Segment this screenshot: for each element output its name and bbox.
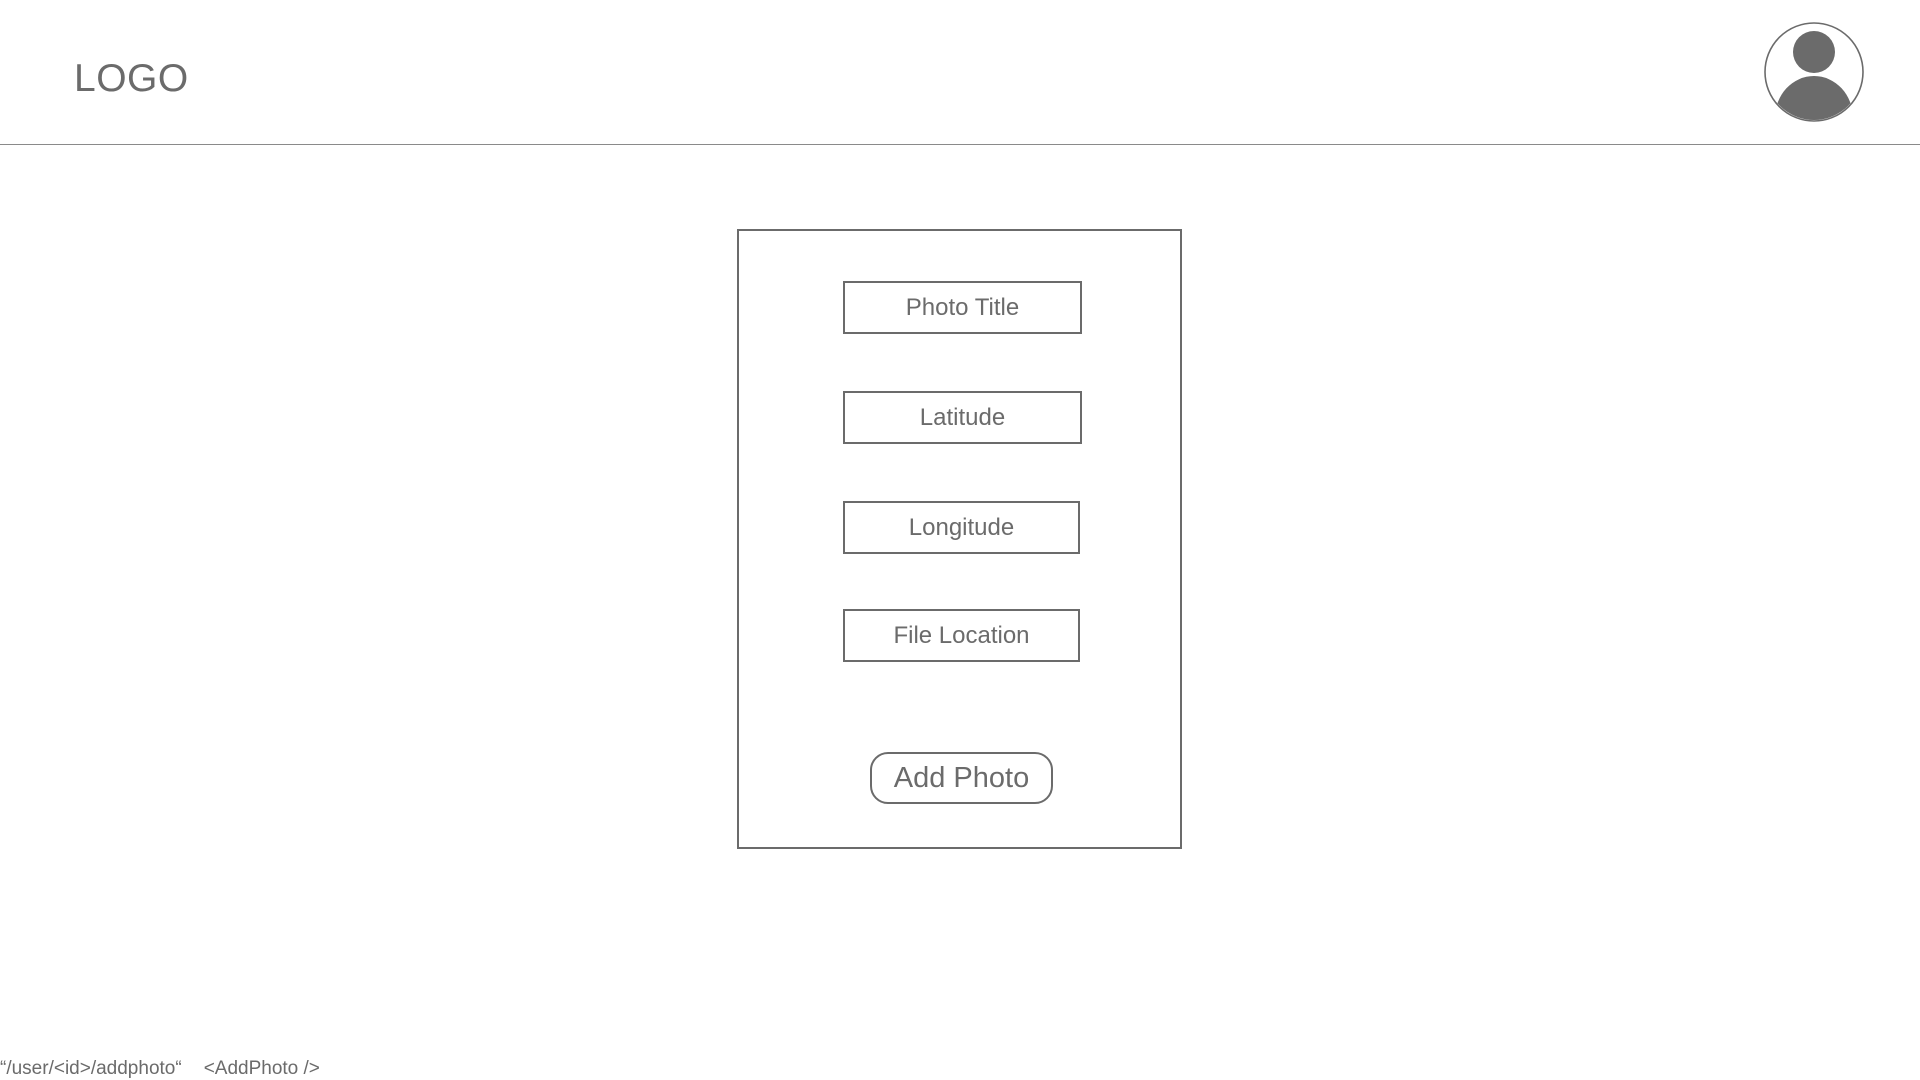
logo[interactable]: LOGO xyxy=(74,56,189,102)
add-photo-button[interactable]: Add Photo xyxy=(870,752,1053,804)
add-photo-form: Add Photo xyxy=(737,229,1182,849)
longitude-input[interactable] xyxy=(843,501,1080,554)
add-photo-page: LOGO Add Photo “/user/<id>/addphoto“ <Add… xyxy=(0,0,1920,1080)
user-avatar-icon[interactable] xyxy=(1764,22,1864,122)
header-divider xyxy=(0,144,1920,145)
component-name: <AddPhoto /> xyxy=(203,1058,320,1079)
file-location-input[interactable] xyxy=(843,609,1080,662)
route-path: “/user/<id>/addphoto“ xyxy=(0,1058,182,1079)
route-annotation: “/user/<id>/addphoto“ <AddPhoto /> xyxy=(0,1057,320,1080)
photo-title-input[interactable] xyxy=(843,281,1082,334)
latitude-input[interactable] xyxy=(843,391,1082,444)
